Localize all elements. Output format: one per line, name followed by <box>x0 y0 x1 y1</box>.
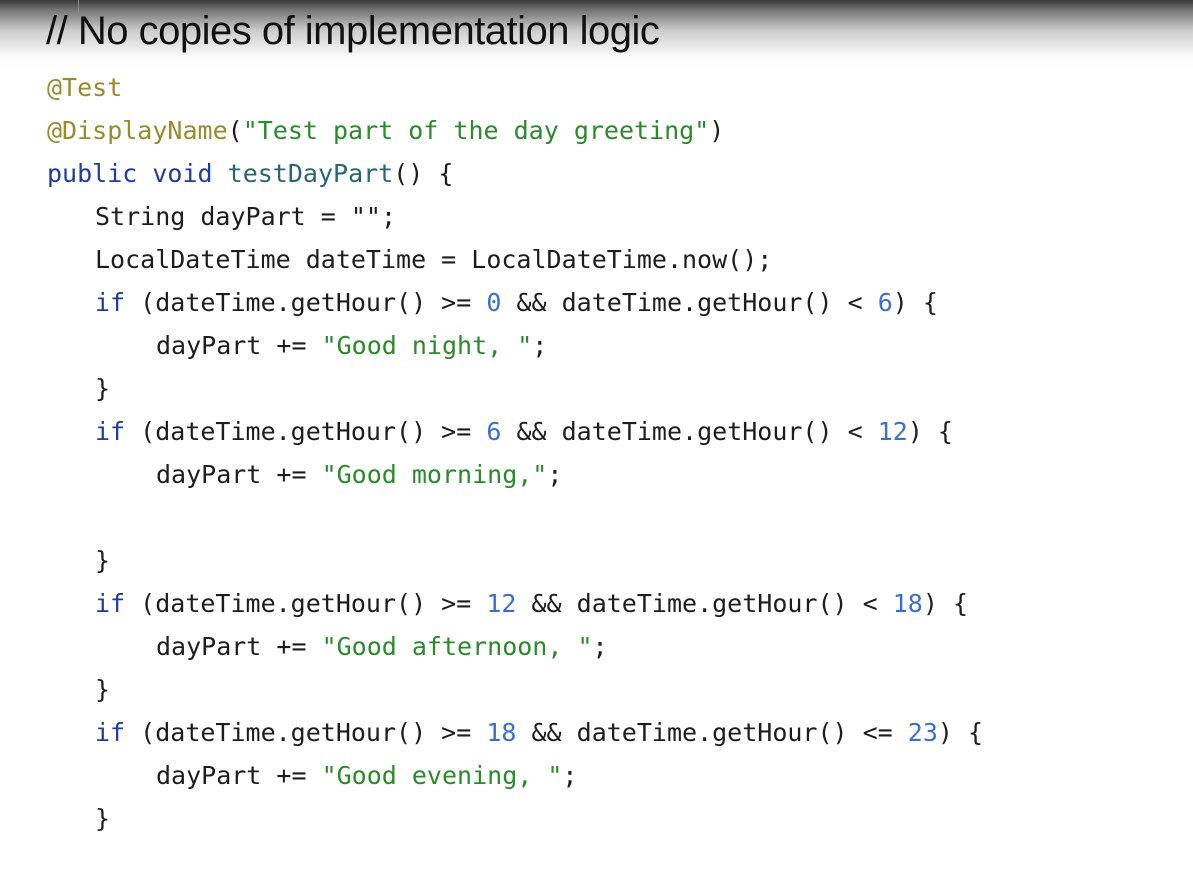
slide-title: // No copies of implementation logic <box>46 9 660 53</box>
string-literal: "Good morning," <box>321 460 548 489</box>
condition-part: && dateTime.getHour() < <box>501 288 878 317</box>
condition-part: && dateTime.getHour() <= <box>516 718 908 747</box>
code-line-string-decl: String dayPart = ""; <box>95 202 397 231</box>
keyword-if: if <box>95 589 126 618</box>
condition-part: ) { <box>922 589 969 618</box>
condition-part: (dateTime.getHour() >= <box>125 417 487 446</box>
code-line-close-brace: } <box>95 374 111 403</box>
condition-part: (dateTime.getHour() >= <box>125 288 487 317</box>
semicolon: ; <box>532 331 548 360</box>
semicolon: ; <box>592 632 608 661</box>
code-line-body-morning: dayPart += "Good morning,"; <box>47 453 983 496</box>
condition-part: (dateTime.getHour() >= <box>125 718 487 747</box>
method-signature-rest: () { <box>393 159 454 188</box>
keyword-public: public <box>47 159 138 188</box>
code-line-close-brace: } <box>95 546 111 575</box>
assign-prefix: dayPart += <box>156 331 322 360</box>
keyword-void: void <box>152 159 213 188</box>
number-literal: 12 <box>486 589 517 618</box>
number-literal: 6 <box>877 288 893 317</box>
code-block: @Test @DisplayName("Test part of the day… <box>47 66 983 840</box>
display-name-string: "Test part of the day greeting" <box>242 116 710 145</box>
paren-close: ) <box>709 116 725 145</box>
keyword-if: if <box>95 718 126 747</box>
semicolon: ; <box>562 761 578 790</box>
code-line-body-night: dayPart += "Good night, "; <box>47 324 983 367</box>
assign-prefix: dayPart += <box>156 761 322 790</box>
code-line-body-afternoon: dayPart += "Good afternoon, "; <box>47 625 983 668</box>
number-literal: 12 <box>877 417 908 446</box>
paren-open: ( <box>227 116 243 145</box>
code-line-if-night: if (dateTime.getHour() >= 0 && dateTime.… <box>47 281 983 324</box>
number-literal: 0 <box>486 288 502 317</box>
assign-prefix: dayPart += <box>156 632 322 661</box>
code-line-datetime-decl: LocalDateTime dateTime = LocalDateTime.n… <box>95 245 773 274</box>
number-literal: 18 <box>892 589 923 618</box>
condition-part: ) { <box>892 288 938 317</box>
assign-prefix: dayPart += <box>156 460 322 489</box>
code-line-close-brace: } <box>95 675 111 704</box>
condition-part: (dateTime.getHour() >= <box>125 589 487 618</box>
code-line-annotation-test: @Test <box>47 66 983 109</box>
code-line-if-afternoon: if (dateTime.getHour() >= 12 && dateTime… <box>47 582 983 625</box>
code-line-close-brace: } <box>95 804 111 833</box>
method-name: testDayPart <box>227 159 394 188</box>
keyword-if: if <box>95 417 126 446</box>
condition-part: && dateTime.getHour() < <box>501 417 878 446</box>
keyword-if: if <box>95 288 126 317</box>
code-line-if-morning: if (dateTime.getHour() >= 6 && dateTime.… <box>47 410 983 453</box>
condition-part: ) { <box>907 417 953 446</box>
code-line-method-signature: public void testDayPart() { <box>47 152 983 195</box>
annotation-test: @Test <box>47 73 123 102</box>
code-line-body-evening: dayPart += "Good evening, "; <box>47 754 983 797</box>
condition-part: ) { <box>937 718 984 747</box>
string-literal: "Good night, " <box>321 331 533 360</box>
number-literal: 18 <box>486 718 517 747</box>
number-literal: 23 <box>907 718 938 747</box>
number-literal: 6 <box>486 417 502 446</box>
annotation-display-name: @DisplayName <box>47 116 228 145</box>
code-line-if-evening: if (dateTime.getHour() >= 18 && dateTime… <box>47 711 983 754</box>
code-line-annotation-display-name: @DisplayName("Test part of the day greet… <box>47 109 983 152</box>
string-literal: "Good afternoon, " <box>321 632 593 661</box>
semicolon: ; <box>547 460 563 489</box>
string-literal: "Good evening, " <box>321 761 563 790</box>
condition-part: && dateTime.getHour() < <box>516 589 893 618</box>
